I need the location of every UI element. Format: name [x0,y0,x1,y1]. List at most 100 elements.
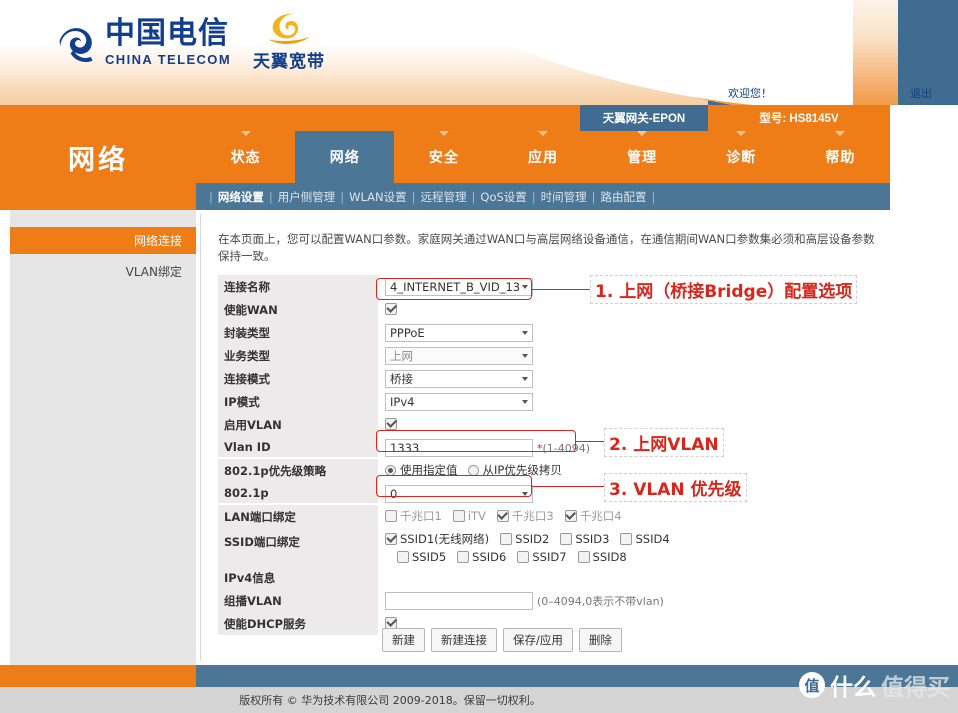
save-apply-button[interactable]: 保存/应用 [503,628,573,652]
value-ssid-port-binding: SSID1(无线网络) SSID2 SSID3 SSID4 SSID5 SSID… [378,528,878,566]
label-multicast-vlan: 组播VLAN [218,589,378,612]
lan-port-4-checkbox[interactable] [564,510,577,522]
delete-button[interactable]: 删除 [578,628,622,652]
watermark-text-secondary: 值得买 [881,675,950,701]
label-8021p-policy: 802.1p优先级策略 [218,459,378,482]
enable-vlan-checkbox[interactable] [385,418,397,430]
ssid-1-checkbox[interactable] [385,533,397,545]
enable-wan-checkbox[interactable] [385,303,397,315]
ssid-5-item[interactable]: SSID5 [397,550,446,564]
service-type-selected-value: 上网 [390,349,413,363]
ssid-6-item[interactable]: SSID6 [457,550,506,564]
lan-port-1-checkbox[interactable] [385,510,397,522]
tab-label: 帮助 [825,150,856,166]
ssid-8-checkbox[interactable] [577,551,590,563]
subnav-item-remote-management[interactable]: 远程管理 [421,189,467,205]
sidebar-left-strip [0,210,10,665]
tab-help[interactable]: 帮助 [791,131,890,183]
ssid-6-checkbox[interactable] [457,551,470,563]
new-connection-button[interactable]: 新建连接 [431,628,497,652]
value-ipv4-info [378,566,878,587]
subnav-separator: | [209,189,213,204]
new-button[interactable]: 新建 [382,628,425,652]
ssid-7-checkbox[interactable] [517,551,530,563]
lan-port-label: 千兆口1 [400,509,442,523]
tab-security[interactable]: 安全 [394,131,493,183]
connection-mode-select[interactable]: 桥接 [385,370,533,388]
tab-status[interactable]: 状态 [196,131,295,183]
subnav-item-user-side-management[interactable]: 用户侧管理 [278,189,336,205]
page-description: 在本页面上，您可以配置WAN口参数。家庭网关通过WAN口与高层网络设备通信，在通… [218,232,875,263]
tab-label: 应用 [527,150,558,166]
subnav-item-time-management[interactable]: 时间管理 [541,189,587,205]
logo-chinese-name: 中国电信 [105,16,229,51]
footer-orange-strip [0,665,196,687]
header-links: 欢迎您！ 退出 [708,84,958,105]
label-service-type: 业务类型 [218,344,378,367]
ssid-label: SSID5 [412,550,447,564]
wan-config-form: 连接名称 4_INTERNET_B_VID_13 使能WAN 封装类型 PPPo… [218,275,878,635]
tab-diagnosis[interactable]: 诊断 [692,131,791,183]
ssid-1-item[interactable]: SSID1(无线网络) [385,531,489,547]
ssid-2-item[interactable]: SSID2 [500,532,549,546]
highlight-8021p [376,475,532,497]
tab-network[interactable]: 网络 [295,131,395,183]
form-action-buttons: 新建 新建连接 保存/应用 删除 [382,628,622,652]
subnav-item-qos-settings[interactable]: QoS设置 [480,189,526,205]
label-connection-name: 连接名称 [218,275,378,298]
form-row-multicast-vlan: 组播VLAN (0–4094,0表示不带vlan) [218,589,878,612]
copy-from-ip-radio[interactable] [467,464,479,476]
form-row-connection-mode: 连接模式 桥接 [218,367,878,390]
ssid-4-item[interactable]: SSID4 [620,532,670,546]
subnav-item-network-settings[interactable]: 网络设置 [218,189,264,205]
ssid-2-checkbox[interactable] [500,533,513,545]
leader-line-3 [532,486,604,487]
lan-port-3-checkbox[interactable] [496,510,509,522]
ssid-8-item[interactable]: SSID8 [577,550,627,564]
service-type-select[interactable]: 上网 [385,347,533,365]
tab-management[interactable]: 管理 [593,131,692,183]
ssid-5-checkbox[interactable] [397,551,409,563]
label-8021p: 802.1p [218,482,378,503]
ssid-7-item[interactable]: SSID7 [517,550,567,564]
chevron-down-icon [522,400,528,404]
ip-mode-select[interactable]: IPv4 [385,393,533,411]
page-header: 中国电信 CHINA TELECOM 天翼宽带 欢迎您！ 退出 [0,0,958,105]
chevron-down-icon [522,354,528,358]
form-row-ipv4-info: IPv4信息 [218,566,878,589]
lan-port-4-item[interactable]: 千兆口4 [564,508,622,524]
label-encapsulation-type: 封装类型 [218,321,378,344]
form-row-service-type: 业务类型 上网 [218,344,878,367]
logout-link[interactable]: 退出 [910,85,932,101]
china-telecom-mark-icon [59,28,93,63]
subnav-separator: | [268,189,273,204]
leader-line-1 [532,289,590,290]
form-row-ssid-port-binding: SSID端口绑定 SSID1(无线网络) SSID2 SSID3 SSID4 S… [218,528,878,566]
use-specified-radio[interactable] [385,464,396,476]
subnav-item-route-config[interactable]: 路由配置 [601,189,647,205]
sidebar-item-label: 网络连接 [133,234,182,248]
sidebar-item-vlan-binding[interactable]: VLAN绑定 [10,258,196,285]
leader-line-2 [576,441,604,442]
logo-english-name: CHINA TELECOM [105,52,232,67]
lan-port-1-item[interactable]: 千兆口1 [385,508,442,524]
label-enable-dhcp: 使能DHCP服务 [218,612,378,635]
label-lan-port-binding: LAN端口绑定 [218,505,378,528]
label-ipv4-info: IPv4信息 [218,566,378,589]
multicast-vlan-input[interactable] [385,592,533,610]
ssid-3-item[interactable]: SSID3 [560,532,609,546]
subnav-separator: | [591,189,596,204]
watermark-badge-icon: 值 [799,672,825,698]
lan-port-itv-item[interactable]: iTV [452,509,486,523]
encapsulation-type-select[interactable]: PPPoE [385,324,533,342]
sub-nav: | 网络设置 | 用户侧管理 | WLAN设置 | 远程管理 | QoS设置 |… [196,183,890,210]
tab-application[interactable]: 应用 [493,131,592,183]
ssid-3-checkbox[interactable] [560,533,573,545]
lan-port-itv-checkbox[interactable] [452,510,465,522]
sidebar-item-network-connection[interactable]: 网络连接 [10,227,196,254]
ssid-4-checkbox[interactable] [620,533,633,545]
tab-label: 诊断 [726,150,757,166]
chevron-down-icon [522,331,528,335]
subnav-item-wlan-settings[interactable]: WLAN设置 [349,189,407,205]
lan-port-3-item[interactable]: 千兆口3 [496,508,554,524]
